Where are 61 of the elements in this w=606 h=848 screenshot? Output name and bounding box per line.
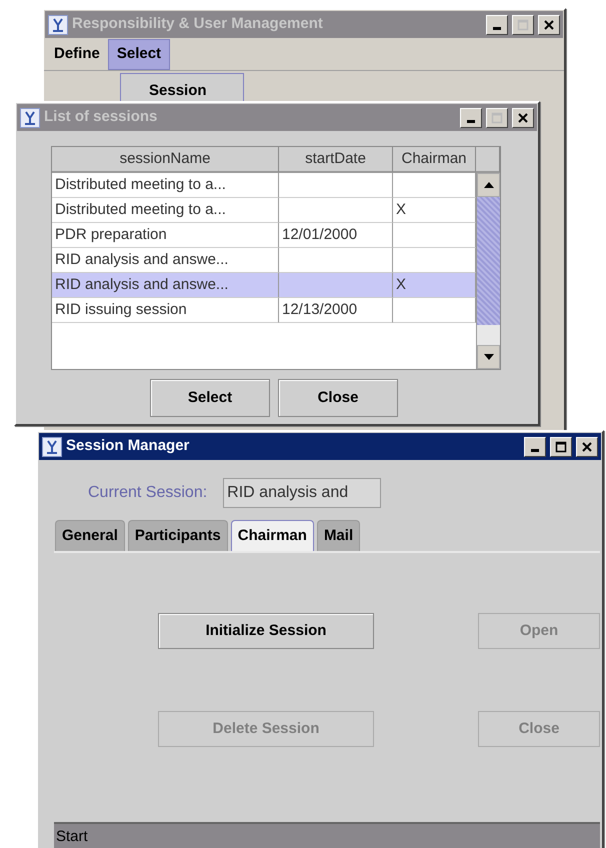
maximize-button[interactable] <box>486 108 508 128</box>
close-icon <box>543 18 555 30</box>
window-title: Responsibility & User Management <box>72 14 324 34</box>
scroll-down-button[interactable] <box>477 345 500 369</box>
up-arrow-icon <box>484 182 494 188</box>
minimize-icon <box>531 448 539 452</box>
menu-item[interactable]: Select <box>108 39 170 70</box>
table-cell: PDR preparation <box>55 226 167 243</box>
table-cell: X <box>396 201 406 218</box>
table-cell: RID analysis and answe... <box>55 276 228 293</box>
table-cell: X <box>396 276 406 293</box>
status-bar: Start <box>54 822 600 848</box>
tab[interactable]: Mail <box>316 520 360 551</box>
column-header[interactable]: sessionName <box>52 147 279 173</box>
column-header[interactable]: Chairman <box>393 147 476 173</box>
maximize-button[interactable] <box>512 14 534 34</box>
action-button[interactable]: Initialize Session <box>158 613 374 649</box>
column-header[interactable]: startDate <box>279 147 393 173</box>
menu-item[interactable]: Define <box>46 39 108 70</box>
maximize-button[interactable] <box>550 436 572 456</box>
app-icon <box>20 108 40 128</box>
table-row[interactable]: Distributed meeting to a... X <box>52 198 476 223</box>
app-icon <box>42 436 62 456</box>
minimize-button[interactable] <box>460 108 482 128</box>
app-icon <box>48 14 68 34</box>
scroll-thumb[interactable] <box>477 197 500 325</box>
tab[interactable]: General <box>55 520 125 551</box>
minimize-icon <box>493 26 501 30</box>
close-button[interactable] <box>512 108 534 128</box>
table-cell: Distributed meeting to a... <box>55 176 226 193</box>
current-session-field[interactable]: RID analysis and <box>223 478 382 508</box>
maximize-icon <box>491 112 503 124</box>
tab[interactable]: Chairman <box>230 520 314 551</box>
table-cell: 12/01/2000 <box>282 226 358 243</box>
down-arrow-icon <box>484 354 494 360</box>
window-title: Session Manager <box>66 436 190 456</box>
table-cell: 12/13/2000 <box>282 301 358 318</box>
minimize-button[interactable] <box>486 14 508 34</box>
window-title: List of sessions <box>44 107 158 128</box>
table-cell: RID issuing session <box>55 301 187 318</box>
field-label: Current Session: <box>88 483 208 503</box>
tab[interactable]: Participants <box>128 520 228 551</box>
dialog-button[interactable]: Close <box>278 379 398 417</box>
table-row[interactable]: Distributed meeting to a... <box>52 173 476 198</box>
close-button[interactable] <box>538 14 560 34</box>
table-row[interactable]: RID analysis and answe... X <box>52 273 476 298</box>
minimize-icon <box>467 120 475 122</box>
table-row[interactable]: PDR preparation 12/01/2000 <box>52 223 476 248</box>
table-row[interactable]: RID issuing session 12/13/2000 <box>52 298 476 323</box>
maximize-icon <box>555 440 567 452</box>
minimize-button[interactable] <box>524 436 546 456</box>
table-cell: RID analysis and answe... <box>55 251 228 268</box>
scroll-up-button[interactable] <box>477 173 500 197</box>
close-button[interactable] <box>576 436 598 456</box>
table-cell: Distributed meeting to a... <box>55 201 226 218</box>
dialog-button[interactable]: Select <box>150 379 270 417</box>
close-icon <box>517 112 529 124</box>
close-icon <box>581 440 593 452</box>
scrollbar[interactable] <box>476 173 500 369</box>
menu-item[interactable]: Session <box>149 80 243 102</box>
maximize-icon <box>517 18 529 30</box>
